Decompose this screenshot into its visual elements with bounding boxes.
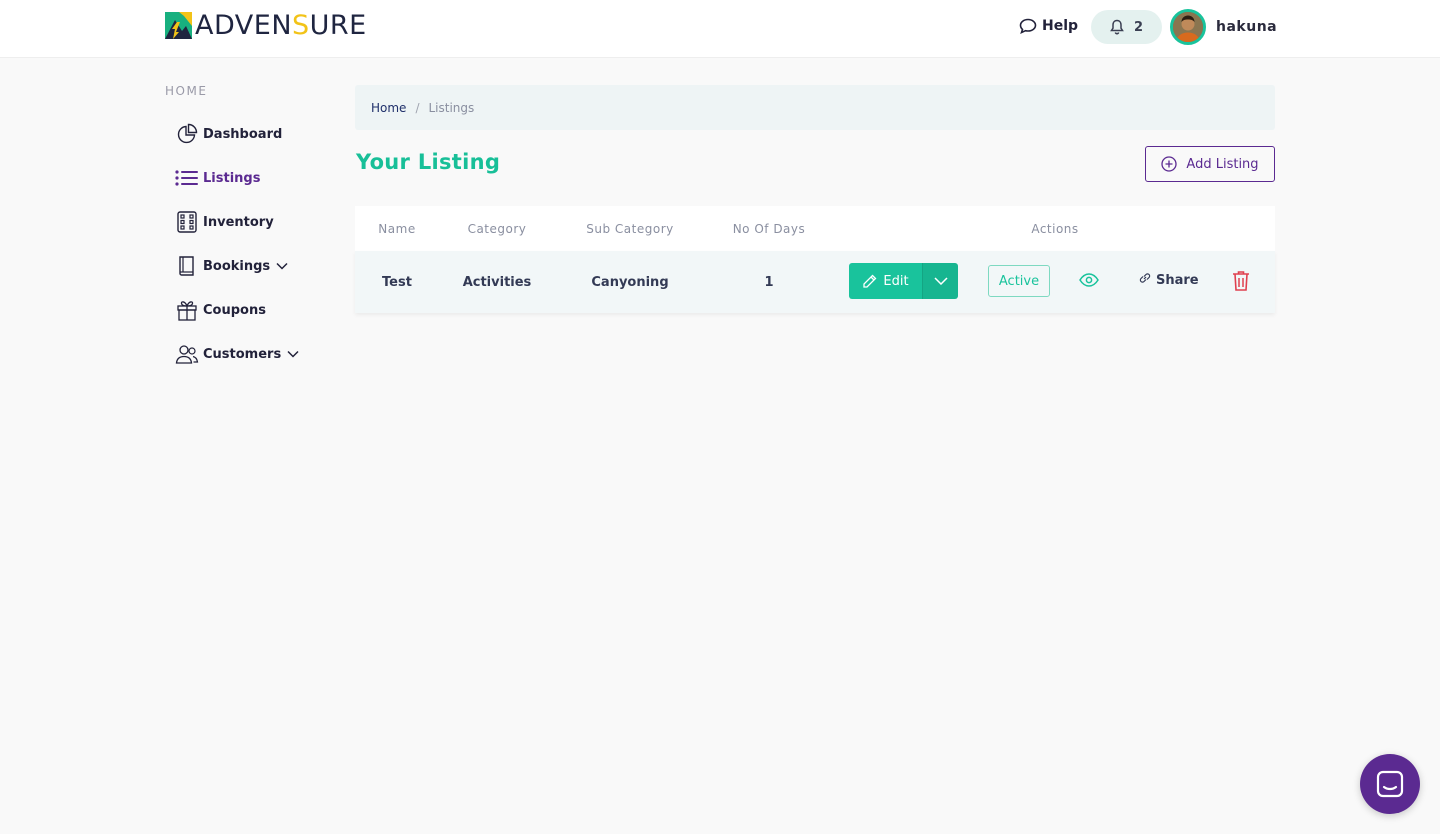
- mountain-logo-icon: [165, 12, 192, 39]
- sidebar-item-label: Dashboard: [203, 126, 283, 142]
- eye-icon[interactable]: [1079, 273, 1099, 287]
- sidebar-item-label: Coupons: [203, 302, 266, 318]
- chat-launcher-button[interactable]: [1360, 754, 1420, 814]
- title-row: Your Listing Add Listing: [355, 130, 1275, 206]
- plus-circle-icon: [1161, 156, 1178, 172]
- header-days: No Of Days: [732, 221, 806, 236]
- help-label: Help: [1042, 18, 1079, 34]
- bell-icon: [1110, 19, 1124, 35]
- sidebar: HOME Dashboard Listings Inventory Bookin…: [165, 84, 335, 376]
- gift-icon: [175, 298, 199, 322]
- brand-logo[interactable]: ADVENSURE: [165, 12, 367, 39]
- cell-sub-category: Canyoning: [591, 274, 669, 290]
- avatar[interactable]: [1170, 9, 1206, 45]
- username[interactable]: hakuna: [1216, 19, 1277, 35]
- edit-button-group: Edit: [849, 263, 958, 299]
- header-name: Name: [378, 221, 416, 236]
- cell-name: Test: [382, 274, 412, 290]
- sidebar-item-dashboard[interactable]: Dashboard: [165, 112, 335, 156]
- share-link[interactable]: Share: [1138, 271, 1199, 288]
- breadcrumb-current: Listings: [428, 100, 475, 115]
- header-category: Category: [467, 221, 527, 236]
- cell-category: Activities: [462, 274, 532, 290]
- notifications-button[interactable]: 2: [1091, 10, 1162, 44]
- top-navbar: ADVENSURE Help 2 hakuna: [0, 0, 1440, 58]
- table-row: Test Activities Canyoning 1 Edit Active …: [355, 251, 1275, 313]
- sidebar-item-coupons[interactable]: Coupons: [165, 288, 335, 332]
- cell-days: 1: [764, 274, 774, 290]
- users-icon: [175, 342, 199, 366]
- status-toggle-button[interactable]: Active: [988, 265, 1050, 297]
- share-label: Share: [1156, 273, 1199, 288]
- edit-button[interactable]: Edit: [849, 263, 922, 299]
- sidebar-item-listings[interactable]: Listings: [165, 156, 335, 200]
- add-listing-label: Add Listing: [1186, 156, 1259, 172]
- sidebar-item-bookings[interactable]: Bookings: [165, 244, 335, 288]
- header-sub-category: Sub Category: [586, 221, 674, 236]
- chevron-down-icon: [287, 350, 299, 358]
- breadcrumb: Home / Listings: [355, 85, 1275, 130]
- notification-count: 2: [1133, 19, 1144, 35]
- brand-wordmark: ADVENSURE: [195, 10, 367, 41]
- sidebar-item-inventory[interactable]: Inventory: [165, 200, 335, 244]
- chevron-down-icon: [933, 277, 948, 285]
- link-icon: [1139, 273, 1151, 283]
- main-content: Home / Listings Your Listing Add Listing…: [355, 85, 1275, 313]
- add-listing-button[interactable]: Add Listing: [1145, 146, 1275, 182]
- sidebar-heading: HOME: [165, 84, 208, 98]
- sidebar-item-label: Listings: [203, 170, 261, 186]
- sidebar-item-label: Customers: [203, 346, 282, 362]
- edit-label: Edit: [883, 273, 909, 289]
- breadcrumb-separator: /: [415, 100, 420, 115]
- trash-icon[interactable]: [1232, 270, 1250, 291]
- sidebar-item-label: Inventory: [203, 214, 274, 230]
- book-icon: [175, 254, 199, 278]
- chevron-down-icon: [276, 262, 288, 270]
- breadcrumb-home-link[interactable]: Home: [371, 101, 406, 115]
- help-link[interactable]: Help: [1019, 18, 1078, 34]
- sidebar-item-label: Bookings: [203, 258, 271, 274]
- pie-chart-icon: [175, 122, 199, 146]
- chat-bubble-icon: [1019, 18, 1037, 34]
- inventory-icon: [175, 210, 199, 234]
- pencil-icon: [863, 274, 877, 288]
- edit-dropdown-toggle[interactable]: [922, 263, 958, 299]
- avatar-image: [1173, 12, 1203, 42]
- header-actions: Actions: [1031, 221, 1079, 236]
- page-title: Your Listing: [356, 150, 501, 174]
- table-header: Name Category Sub Category No Of Days Ac…: [355, 206, 1275, 251]
- listings-table: Name Category Sub Category No Of Days Ac…: [355, 206, 1275, 313]
- list-icon: [175, 166, 199, 190]
- sidebar-item-customers[interactable]: Customers: [165, 332, 335, 376]
- chat-launcher-icon: [1376, 770, 1404, 798]
